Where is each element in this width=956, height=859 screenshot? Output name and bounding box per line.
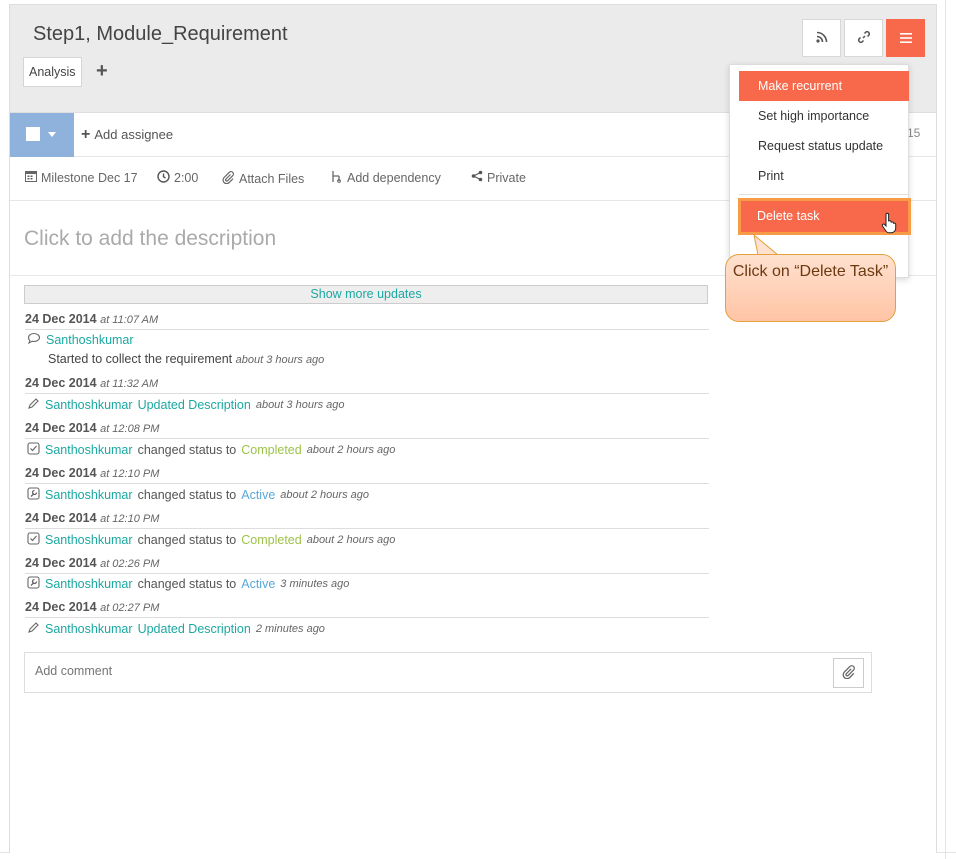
add-dependency-button[interactable]: Add dependency — [331, 170, 441, 186]
user-link[interactable]: Santhoshkumar — [45, 577, 133, 591]
milestone-button[interactable]: Milestone Dec 17 — [25, 170, 138, 185]
divider — [25, 438, 709, 439]
add-assignee-button[interactable]: + Add assignee — [81, 126, 173, 144]
calendar-icon — [25, 170, 37, 185]
status-active: Active — [241, 488, 276, 502]
share-private-button[interactable]: Private — [471, 170, 526, 185]
user-link[interactable]: Santhoshkumar — [45, 443, 133, 457]
status-completed: Completed — [241, 533, 302, 547]
user-link[interactable]: Santhoshkumar — [45, 622, 133, 636]
clock-icon — [157, 170, 170, 186]
update-row: Santhoshkumar — [27, 332, 134, 348]
update-row: Santhoshkumar changed status to Complete… — [27, 532, 395, 548]
update-date: 24 Dec 2014 at 02:26 PM — [25, 556, 160, 570]
update-action: Updated Description — [137, 398, 251, 412]
update-action: Updated Description — [137, 622, 251, 636]
time-estimate-button[interactable]: 2:00 — [157, 170, 198, 186]
assignee-count: 15 — [907, 126, 921, 140]
comment-box — [24, 652, 872, 693]
update-ago: 2 minutes ago — [255, 623, 325, 635]
update-row: Santhoshkumar changed status to Active 3… — [27, 576, 349, 592]
user-link[interactable]: Santhoshkumar — [45, 533, 133, 547]
caret-down-icon — [48, 132, 56, 137]
share-icon — [471, 170, 483, 185]
add-dependency-label: Add dependency — [347, 171, 441, 185]
attach-files-label: Attach Files — [239, 171, 305, 186]
link-button[interactable] — [844, 19, 883, 57]
show-more-updates-button[interactable]: Show more updates — [24, 285, 708, 304]
status-active: Active — [241, 577, 276, 591]
add-assignee-label: Add assignee — [94, 127, 174, 142]
user-link[interactable]: Santhoshkumar — [46, 333, 134, 347]
checkbox-icon — [27, 442, 40, 458]
update-date: 24 Dec 2014 at 02:27 PM — [25, 600, 160, 614]
menu-item-print[interactable]: Print — [739, 161, 909, 191]
checkbox-icon — [27, 532, 40, 548]
privacy-label: Private — [487, 170, 526, 185]
update-ago: about 2 hours ago — [306, 534, 396, 546]
pencil-icon — [27, 397, 40, 413]
menu-item-set-high-importance[interactable]: Set high importance — [739, 101, 909, 131]
wrench-icon — [27, 487, 40, 503]
update-date: 24 Dec 2014 at 11:07 AM — [25, 312, 159, 326]
update-row: Santhoshkumar changed status to Active a… — [27, 487, 369, 503]
bulk-select-dropdown[interactable] — [10, 113, 74, 157]
comment-attach-button[interactable] — [833, 658, 864, 688]
comment-input[interactable] — [35, 664, 795, 678]
update-ago: about 2 hours ago — [306, 444, 396, 456]
update-date: 24 Dec 2014 at 12:10 PM — [25, 511, 160, 525]
hand-cursor-icon — [880, 212, 898, 237]
update-date: 24 Dec 2014 at 12:10 PM — [25, 466, 160, 480]
callout-annotation: Click on “Delete Task” — [725, 254, 896, 322]
select-checkbox[interactable] — [26, 127, 40, 141]
update-action: changed status to — [137, 533, 237, 547]
update-date: 24 Dec 2014 at 11:32 AM — [25, 376, 159, 390]
divider — [25, 329, 709, 330]
paperclip-icon — [221, 170, 235, 187]
link-icon — [857, 30, 871, 47]
plus-icon: + — [81, 126, 91, 143]
update-action: changed status to — [137, 488, 237, 502]
divider — [25, 483, 709, 484]
paperclip-icon — [841, 664, 856, 682]
comment-icon — [27, 332, 41, 348]
menu-button[interactable] — [886, 19, 925, 57]
divider — [25, 573, 709, 574]
update-ago: 3 minutes ago — [280, 578, 350, 590]
pencil-icon — [27, 621, 40, 637]
user-link[interactable]: Santhoshkumar — [45, 398, 133, 412]
update-text: Started to collect the requirement about… — [48, 352, 325, 366]
rss-button[interactable] — [802, 19, 841, 57]
status-completed: Completed — [241, 443, 302, 457]
add-tag-button[interactable]: + — [96, 61, 108, 81]
dependency-icon — [331, 170, 343, 186]
tag-analysis[interactable]: Analysis — [23, 57, 82, 87]
task-title[interactable]: Step1, Module_Requirement — [33, 23, 288, 46]
outer-border-right — [945, 0, 946, 859]
menu-divider — [739, 194, 909, 195]
user-link[interactable]: Santhoshkumar — [45, 488, 133, 502]
menu-item-make-recurrent[interactable]: Make recurrent — [739, 71, 909, 101]
hamburger-icon — [899, 31, 912, 46]
update-row: Santhoshkumar Updated Description 2 minu… — [27, 621, 325, 637]
divider — [25, 617, 709, 618]
update-ago: about 3 hours ago — [255, 399, 345, 411]
time-label: 2:00 — [174, 171, 199, 185]
update-action: changed status to — [137, 577, 237, 591]
update-row: Santhoshkumar Updated Description about … — [27, 397, 345, 413]
menu-item-request-status-update[interactable]: Request status update — [739, 131, 909, 161]
wrench-icon — [27, 576, 40, 592]
rss-icon — [815, 30, 829, 47]
description-placeholder[interactable]: Click to add the description — [24, 227, 276, 251]
update-action: changed status to — [137, 443, 237, 457]
update-row: Santhoshkumar changed status to Complete… — [27, 442, 395, 458]
divider — [25, 393, 709, 394]
update-ago: about 2 hours ago — [280, 489, 369, 501]
attach-files-button[interactable]: Attach Files — [221, 170, 304, 187]
milestone-label: Milestone Dec 17 — [41, 170, 138, 185]
divider — [25, 528, 709, 529]
update-date: 24 Dec 2014 at 12:08 PM — [25, 421, 160, 435]
